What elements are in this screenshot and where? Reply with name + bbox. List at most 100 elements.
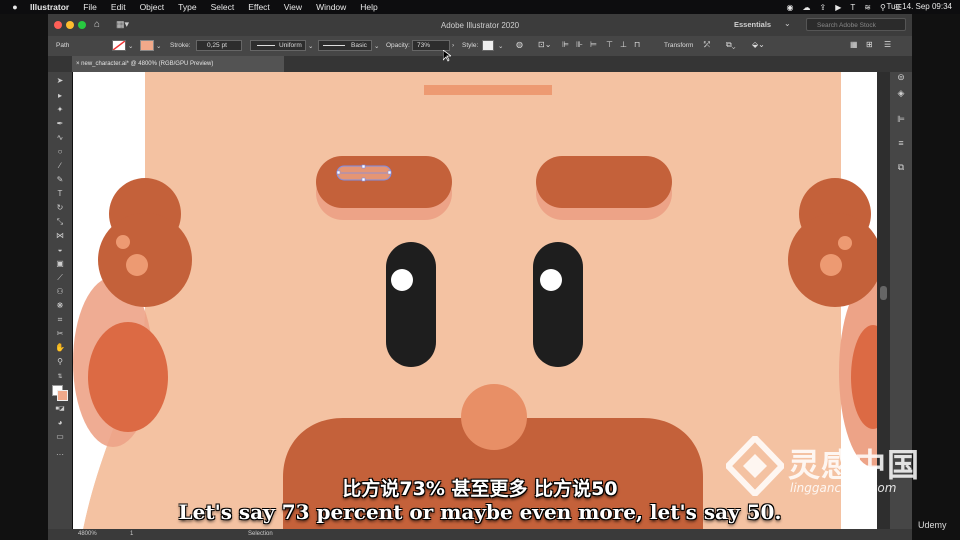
brush-definition-select[interactable]: Basic — [318, 40, 372, 51]
creative-cloud-icon[interactable]: ☁ — [803, 3, 811, 12]
grid-icon[interactable]: ⊞ — [866, 40, 873, 49]
shape-builder-tool-icon[interactable]: ◒ — [54, 245, 66, 255]
chevron-down-icon[interactable]: ⌄ — [498, 42, 503, 50]
effects-icon[interactable]: ⬙⌄ — [752, 40, 765, 49]
direct-selection-tool-icon[interactable]: ▸ — [54, 91, 66, 101]
brush-line — [323, 45, 345, 46]
stroke-panel-icon[interactable]: ≡ — [895, 138, 907, 150]
menubar-clock[interactable]: Tue 14. Sep 09:34 — [886, 2, 952, 11]
slice-tool-icon[interactable]: ✂ — [54, 329, 66, 339]
apple-icon[interactable]: ● — [8, 2, 22, 12]
zoom-level[interactable]: 4800% — [78, 531, 97, 537]
zoom-tool-icon[interactable]: ⚲ — [54, 357, 66, 367]
pathfinder-icon[interactable]: ⤱ — [704, 40, 710, 50]
isolate-icon[interactable]: ⧉⌄ — [726, 40, 736, 50]
width-tool-icon[interactable]: ⋈ — [54, 231, 66, 241]
stroke-swatch[interactable] — [140, 40, 154, 51]
magic-wand-tool-icon[interactable]: ✦ — [54, 105, 66, 115]
align-panel-icon[interactable]: ⊫ — [895, 114, 907, 126]
ellipse-tool-icon[interactable]: ○ — [54, 147, 66, 157]
fill-swatch[interactable] — [112, 40, 126, 51]
left-eyebrow[interactable] — [316, 156, 452, 208]
properties-panel-icon[interactable]: ⊜ — [895, 72, 907, 84]
menu-app-name[interactable]: Illustrator — [30, 2, 69, 12]
stroke-label[interactable]: Stroke: — [170, 42, 191, 49]
layers-panel-icon[interactable]: ◈ — [895, 88, 907, 100]
cloud-upload-icon[interactable]: ⇪ — [820, 3, 827, 12]
wifi-icon[interactable]: ≋ — [864, 3, 871, 12]
stroke-color-icon[interactable] — [57, 390, 68, 401]
align-to-icon[interactable]: ⊡⌄ — [538, 40, 551, 49]
menu-file[interactable]: File — [83, 2, 97, 12]
artboard-tool-icon[interactable]: ⌗ — [54, 315, 66, 325]
document-tab[interactable]: × new_character.ai* @ 4800% (RGB/GPU Pre… — [72, 56, 284, 72]
align-right-icon[interactable]: ⊨ — [590, 40, 597, 49]
panel-options-icon[interactable]: ▦ — [850, 40, 858, 49]
scale-tool-icon[interactable]: ⤡ — [54, 217, 66, 227]
anchor-point[interactable] — [361, 177, 366, 182]
menu-select[interactable]: Select — [211, 2, 235, 12]
chevron-down-icon[interactable]: ⌄ — [308, 42, 313, 50]
artboard-navigation[interactable]: 1 — [130, 531, 133, 537]
type-tool-icon[interactable]: T — [54, 189, 66, 199]
current-tool-status[interactable]: Selection — [248, 531, 273, 537]
chevron-right-icon[interactable]: › — [452, 42, 454, 49]
drawing-mode-icon[interactable]: ◕ — [54, 418, 66, 428]
menu-view[interactable]: View — [284, 2, 302, 12]
pathfinder-panel-icon[interactable]: ⧉ — [895, 162, 907, 174]
chevron-down-icon[interactable]: ⌄ — [374, 42, 379, 50]
curvature-tool-icon[interactable]: ∿ — [54, 133, 66, 143]
menu-help[interactable]: Help — [360, 2, 377, 12]
workspace-switcher[interactable]: Essentials — [734, 20, 771, 29]
menu-object[interactable]: Object — [140, 2, 165, 12]
record-icon[interactable]: ◉ — [787, 3, 794, 12]
stroke-weight-field[interactable]: 0,25 pt — [196, 40, 242, 51]
menu-window[interactable]: Window — [316, 2, 346, 12]
align-middle-icon[interactable]: ⊥ — [620, 40, 627, 49]
hand-tool-icon[interactable]: ✋ — [54, 343, 66, 353]
chevron-down-icon[interactable]: ⌄ — [784, 19, 791, 28]
align-top-icon[interactable]: ⊤ — [606, 40, 613, 49]
menu-type[interactable]: Type — [178, 2, 196, 12]
menu-edit[interactable]: Edit — [111, 2, 126, 12]
pen-tool-icon[interactable]: ✒ — [54, 119, 66, 129]
blend-tool-icon[interactable]: ⚇ — [54, 287, 66, 297]
paintbrush-tool-icon[interactable]: ∕ — [54, 161, 66, 171]
right-hair-dot-small — [838, 236, 852, 250]
vertical-scrollbar-thumb[interactable] — [880, 286, 887, 300]
chevron-down-icon[interactable]: ⌄ — [156, 42, 161, 50]
menu-effect[interactable]: Effect — [248, 2, 270, 12]
pencil-tool-icon[interactable]: ✎ — [54, 175, 66, 185]
document-tab-label: new_character.ai* @ 4800% (RGB/GPU Previ… — [81, 61, 214, 67]
graphic-style-swatch[interactable] — [482, 40, 494, 51]
window-title: Adobe Illustrator 2020 — [440, 21, 520, 30]
text-icon[interactable]: T — [850, 3, 855, 12]
gradient-tool-icon[interactable]: ▣ — [54, 259, 66, 269]
anchor-point[interactable] — [387, 170, 392, 175]
variable-width-profile-select[interactable]: Uniform — [250, 40, 306, 51]
swap-fill-stroke-icon[interactable]: ⇅ — [54, 372, 66, 382]
symbol-sprayer-tool-icon[interactable]: ❋ — [54, 301, 66, 311]
chevron-down-icon[interactable]: ⌄ — [128, 42, 133, 50]
align-bottom-icon[interactable]: ⊓ — [634, 40, 640, 49]
recolor-artwork-icon[interactable]: ◍ — [516, 40, 523, 49]
right-eye-highlight — [540, 269, 562, 291]
search-icon[interactable]: ⚲ — [880, 3, 886, 12]
anchor-point[interactable] — [361, 164, 366, 169]
color-mode-icon[interactable]: ■◪ — [54, 404, 66, 414]
menu-icon[interactable]: ☰ — [884, 40, 891, 49]
more-tools-icon[interactable]: ··· — [54, 450, 66, 460]
transform-button[interactable]: Transform — [664, 42, 693, 49]
anchor-point[interactable] — [336, 170, 341, 175]
search-adobe-stock-input[interactable]: Search Adobe Stock — [806, 18, 906, 31]
align-left-icon[interactable]: ⊫ — [562, 40, 569, 49]
eyedropper-tool-icon[interactable]: ⟋ — [54, 273, 66, 283]
macos-menubar: ● Illustrator File Edit Object Type Sele… — [0, 0, 960, 14]
rotate-tool-icon[interactable]: ↻ — [54, 203, 66, 213]
opacity-label[interactable]: Opacity: — [386, 42, 410, 49]
align-center-icon[interactable]: ⊪ — [576, 40, 583, 49]
play-icon[interactable]: ▶ — [835, 3, 841, 12]
selection-tool-icon[interactable]: ➤ — [54, 76, 66, 86]
udemy-badge: Udemy — [918, 520, 947, 530]
screen-mode-icon[interactable]: ▭ — [54, 432, 66, 442]
